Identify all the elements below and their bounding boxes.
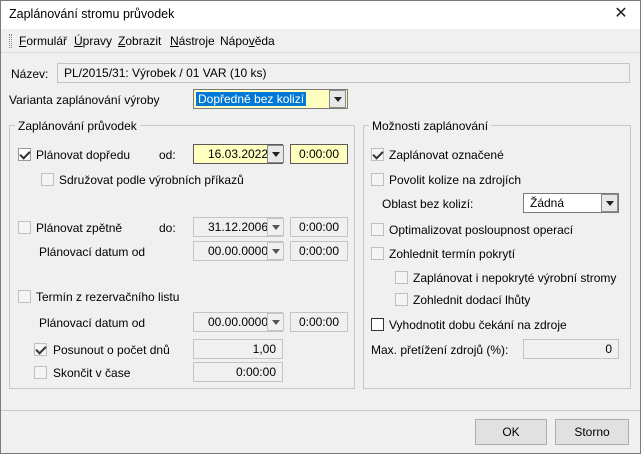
planovaci-datum-1-dropdown-icon[interactable] <box>267 242 284 260</box>
optimalizovat-label: Optimalizovat posloupnost operací <box>389 223 574 237</box>
window-title: Zaplánování stromu průvodek <box>9 7 175 21</box>
nazev-field: PL/2015/31: Výrobek / 01 VAR (10 ks) <box>57 63 630 83</box>
planovat-zpetne-date-dropdown-icon[interactable] <box>267 218 284 236</box>
zaplanovat-nepokryte-label: Zaplánovat i nepokryté výrobní stromy <box>413 271 617 285</box>
planovaci-datum-2-label: Plánovací datum od <box>39 316 146 330</box>
povolit-kolize-checkbox[interactable] <box>371 173 384 186</box>
menu-zobrazit[interactable]: Zobrazit <box>118 34 161 48</box>
skoncit-checkbox[interactable] <box>34 366 47 379</box>
menu-nastroje[interactable]: Nástroje <box>170 34 215 48</box>
footer-separator <box>1 410 640 411</box>
planovat-dopredu-time[interactable]: 0:00:00 <box>290 144 348 164</box>
povolit-kolize-label: Povolit kolize na zdrojích <box>389 173 522 187</box>
menu-grip-icon <box>9 34 12 48</box>
termin-label: Termín z rezervačního listu <box>36 290 180 304</box>
posunout-checkbox[interactable] <box>34 343 47 356</box>
title-bar: Zaplánování stromu průvodek ✕ <box>1 1 640 29</box>
planovaci-datum-1-time[interactable]: 0:00:00 <box>290 241 348 261</box>
varianta-select[interactable]: Dopředně bez kolizí <box>193 89 348 109</box>
nazev-label: Název: <box>11 67 49 81</box>
varianta-label: Varianta zaplánování výroby <box>9 93 160 107</box>
skoncit-label: Skončit v čase <box>53 366 131 380</box>
max-pretizeni-label: Max. přetížení zdrojů (%): <box>371 343 509 357</box>
termin-checkbox[interactable] <box>18 290 31 303</box>
varianta-value: Dopředně bez kolizí <box>196 92 307 106</box>
ok-button[interactable]: OK <box>475 419 547 445</box>
zaplanovat-oznacene-checkbox[interactable] <box>371 148 384 161</box>
planovat-dopredu-date-dropdown-icon[interactable] <box>267 145 284 163</box>
planovat-dopredu-checkbox[interactable] <box>18 148 31 161</box>
close-icon[interactable]: ✕ <box>612 5 630 23</box>
planovaci-datum-2-dropdown-icon[interactable] <box>267 313 284 331</box>
menu-formular[interactable]: Formulář <box>19 34 67 48</box>
oblast-dropdown-icon[interactable] <box>601 194 618 212</box>
optimalizovat-checkbox[interactable] <box>371 223 384 236</box>
menu-bar: Formulář Úpravy Zobrazit Nástroje Nápově… <box>1 29 640 53</box>
planovat-zpetne-time[interactable]: 0:00:00 <box>290 217 348 237</box>
od-label: od: <box>159 148 176 162</box>
planovaci-datum-2-time[interactable]: 0:00:00 <box>290 312 348 332</box>
planovaci-datum-1-label: Plánovací datum od <box>39 245 146 259</box>
vyhodnotit-label: Vyhodnotit dobu čekání na zdroje <box>389 318 567 332</box>
planovat-dopredu-label: Plánovat dopředu <box>36 148 131 162</box>
vyhodnotit-checkbox[interactable] <box>371 318 384 331</box>
storno-button[interactable]: Storno <box>555 419 629 445</box>
zaplanovat-oznacene-label: Zaplánovat označené <box>389 148 504 162</box>
skoncit-value[interactable]: 0:00:00 <box>193 362 283 382</box>
varianta-dropdown-icon[interactable] <box>329 90 346 108</box>
dialog-window: Zaplánování stromu průvodek ✕ Formulář Ú… <box>0 0 641 454</box>
group-title-left: Zaplánování průvodek <box>15 119 140 133</box>
sdruzovat-checkbox[interactable] <box>41 173 54 186</box>
do-label: do: <box>159 221 176 235</box>
oblast-label: Oblast bez kolizí: <box>382 197 474 211</box>
max-pretizeni-value[interactable]: 0 <box>523 339 619 359</box>
posunout-value[interactable]: 1,00 <box>193 339 283 359</box>
group-title-right: Možnosti zaplánování <box>369 119 492 133</box>
planovat-zpetne-label: Plánovat zpětně <box>36 221 123 235</box>
zaplanovat-nepokryte-checkbox[interactable] <box>395 271 408 284</box>
sdruzovat-label: Sdružovat podle výrobních příkazů <box>59 173 244 187</box>
zohlednit-dodaci-checkbox[interactable] <box>395 293 408 306</box>
menu-upravy[interactable]: Úpravy <box>74 34 112 48</box>
menu-napoveda[interactable]: Nápověda <box>220 34 275 48</box>
zohlednit-termin-label: Zohlednit termín pokrytí <box>389 247 516 261</box>
planovat-zpetne-checkbox[interactable] <box>18 221 31 234</box>
zohlednit-termin-checkbox[interactable] <box>371 247 384 260</box>
zohlednit-dodaci-label: Zohlednit dodací lhůty <box>413 293 531 307</box>
posunout-label: Posunout o počet dnů <box>53 343 170 357</box>
